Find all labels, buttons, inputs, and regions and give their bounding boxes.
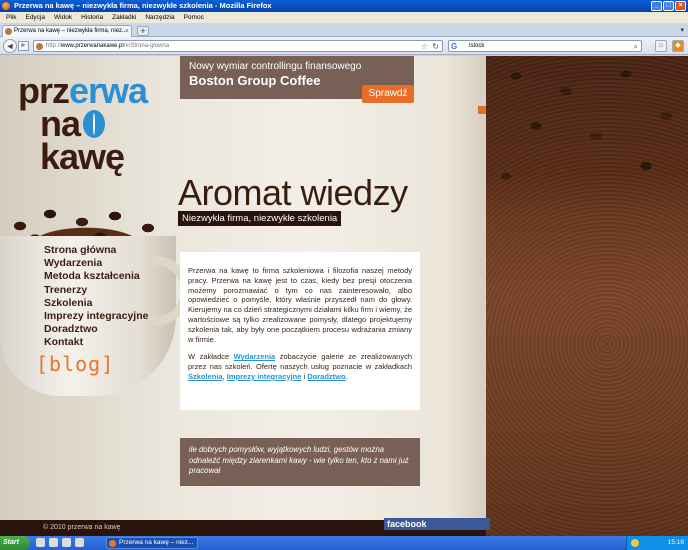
quicklaunch-firefox-icon[interactable] [36,538,45,547]
tab-title: Przerwa na kawę – niezwykła firma, niez.… [14,28,128,34]
bookmark-star-icon[interactable]: ☆ [421,41,428,51]
content-paragraph-1: Przerwa na kawę to firma szkoleniowa i f… [188,266,412,344]
system-tray: 15:18 [626,536,688,550]
taskbar: Start Przerwa na kawę – niez... 15:18 [0,536,688,550]
logo-text-3: kawę [40,136,125,178]
coffee-bean-icon [83,110,106,139]
back-button[interactable]: ◄ [3,39,17,53]
content-box: Przerwa na kawę to firma szkoleniowa i f… [180,252,420,410]
site-nav-menu: Strona główna Wydarzenia Metoda kształce… [44,244,148,350]
quicklaunch-media-icon[interactable] [75,538,84,547]
content-paragraph-2: W zakładce Wydarzenia zobaczycie galerie… [188,352,412,381]
window-title: Przerwa na kawę – niezwykła firma, niezw… [14,1,272,10]
close-button[interactable]: × [675,1,686,11]
quicklaunch-ie-icon[interactable] [49,538,58,547]
search-icon[interactable]: ⌕ [634,41,638,52]
link-imprezy[interactable]: Imprezy integracyjne [227,372,302,381]
banner-subtitle: Nowy wymiar controllingu finansowego [189,61,362,72]
link-wydarzenia[interactable]: Wydarzenia [234,352,276,361]
start-button[interactable]: Start [0,536,30,550]
logo-text-1b: erwa [69,70,148,111]
sprawdz-button[interactable]: Sprawdź [362,85,414,103]
url-domain: www.przerwanakawe.pl [61,43,124,49]
browser-tab[interactable]: Przerwa na kawę – niezwykła firma, niez.… [2,25,132,37]
web-page: przerwa na kawę Strona główna Wydarzenia… [0,56,688,536]
nav-item-wydarzenia[interactable]: Wydarzenia [44,257,148,270]
taskbar-firefox-window[interactable]: Przerwa na kawę – niez... [106,537,198,549]
new-tab-button[interactable]: + [137,26,149,36]
forward-button[interactable]: ► [18,41,29,51]
quicklaunch-desktop-icon[interactable] [62,538,71,547]
link-doradztwo[interactable]: Doradztwo [307,372,345,381]
blog-link[interactable]: [blog] [36,352,114,376]
google-icon[interactable]: G [451,42,457,51]
page-tagline: Niezwykła firma, niezwykłe szkolenia [178,211,342,226]
nav-item-trenerzy[interactable]: Trenerzy [44,284,148,297]
maximize-button[interactable]: □ [663,1,674,11]
taskbar-task-label: Przerwa na kawę – niez... [119,539,194,546]
menu-zakladki[interactable]: Zakładki [112,12,136,23]
logo-text-2: na [40,103,81,145]
site-logo[interactable]: przerwa na kawę [18,73,148,178]
nav-item-doradztwo[interactable]: Doradztwo [44,323,148,336]
menu-historia[interactable]: Historia [81,12,103,23]
link-szkolenia[interactable]: Szkolenia [188,372,223,381]
menu-edycja[interactable]: Edycja [25,12,45,23]
menu-plik[interactable]: Plik [6,12,16,23]
addon-icon[interactable]: ◆ [672,40,684,52]
facebook-tab[interactable]: facebook [384,518,490,530]
url-path: /#/Strona-glowna [123,43,170,49]
nav-item-kontakt[interactable]: Kontakt [44,336,148,349]
accent-marker [478,106,486,114]
url-input[interactable]: http://www.przerwanakawe.pl/#/Strona-glo… [33,40,443,52]
tab-close-icon[interactable]: × [125,26,129,37]
nav-item-imprezy[interactable]: Imprezy integracyjne [44,310,148,323]
tab-bar: Przerwa na kawę – niezwykła firma, niez.… [0,23,688,37]
search-value: istock [469,43,485,49]
search-input[interactable]: G istock ⌕ [448,40,642,52]
menu-narzedzia[interactable]: Narzędzia [145,12,174,23]
page-title: Aromat wiedzy [178,172,408,213]
menu-pomoc[interactable]: Pomoc [184,12,204,23]
clock: 15:18 [667,539,684,546]
url-prefix: http:// [46,43,62,49]
nav-item-metoda[interactable]: Metoda kształcenia [44,270,148,283]
home-icon[interactable]: ⌂ [655,40,667,52]
firefox-icon [2,2,10,10]
site-identity-icon[interactable] [36,43,43,50]
p2-text-a: W zakładce [188,352,234,362]
coffee-beans-background [486,56,688,536]
nav-item-szkolenia[interactable]: Szkolenia [44,297,148,310]
menu-bar: Plik Edycja Widok Historia Zakładki Narz… [0,12,688,23]
tab-list-icon[interactable]: ▾ [680,26,684,34]
window-titlebar: Przerwa na kawę – niezwykła firma, niezw… [0,0,688,12]
navigation-bar: ◄ ► http://www.przerwanakawe.pl/#/Strona… [0,37,688,55]
menu-widok[interactable]: Widok [54,12,72,23]
quick-launch [36,538,84,547]
taskbar-firefox-icon [109,540,116,547]
tray-network-icon[interactable] [631,539,639,547]
quote-box: ile dobrych pomysłów, wyjątkowych ludzi,… [180,438,420,486]
p2-text-e: . [345,371,348,381]
reload-icon[interactable]: ↻ [432,41,439,51]
favicon-icon [5,28,12,35]
nav-item-strona-glowna[interactable]: Strona główna [44,244,148,257]
minimize-button[interactable]: _ [651,1,662,11]
